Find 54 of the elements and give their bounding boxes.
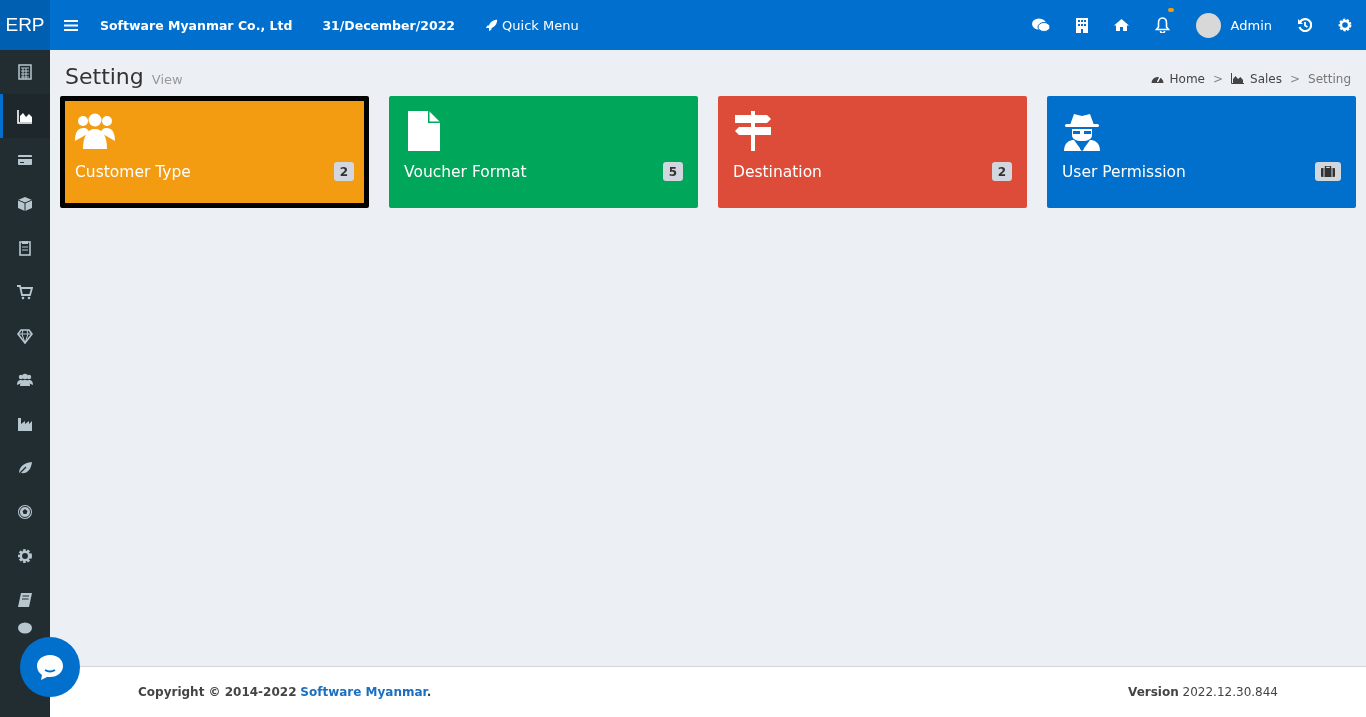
breadcrumb-item[interactable]: Sales	[1250, 71, 1282, 86]
breadcrumb-separator: >	[1212, 71, 1223, 86]
tile-title: Destination	[733, 162, 822, 181]
menu-icon[interactable]	[64, 18, 78, 32]
tile-title: Customer Type	[75, 162, 191, 181]
history-icon[interactable]	[1298, 18, 1312, 32]
setting-tile[interactable]: Destination 2	[718, 96, 1027, 208]
quick-menu-button[interactable]: Quick Menu	[485, 17, 579, 33]
chat-bubble-icon	[35, 653, 65, 681]
credit-card-icon	[17, 152, 33, 168]
rocket-icon	[485, 18, 499, 32]
breadcrumb-separator: >	[1289, 71, 1301, 86]
users-icon	[75, 111, 115, 151]
count-badge: 2	[991, 162, 1012, 181]
chat-bubbles-icon[interactable]	[1031, 18, 1050, 32]
copyright-text: Copyright © 2014-2022 Software Myanmar.	[138, 685, 432, 699]
building-icon[interactable]	[1075, 17, 1088, 33]
soccer-ball-icon	[17, 504, 33, 520]
area-chart-icon	[17, 108, 33, 124]
setting-tile[interactable]: Voucher Format 5	[389, 96, 698, 208]
area-chart-icon	[1231, 73, 1244, 84]
signpost-icon	[733, 111, 773, 151]
cube-icon	[17, 196, 33, 212]
tile-title: User Permission	[1062, 162, 1186, 181]
setting-tile[interactable]: User Permission	[1047, 96, 1356, 208]
book-icon	[17, 592, 33, 608]
users-icon	[17, 372, 33, 388]
calculator-icon	[17, 64, 33, 80]
diamond-icon	[17, 328, 33, 344]
count-badge: 5	[662, 162, 683, 181]
company-link[interactable]: Software Myanmar	[300, 685, 427, 699]
cart-icon	[17, 284, 33, 300]
page-title: Setting	[65, 64, 144, 89]
current-date: 31/December/2022	[322, 17, 456, 33]
company-name: Software Myanmar Co., Ltd	[100, 17, 293, 33]
user-name[interactable]: Admin	[1230, 17, 1272, 33]
avatar	[1195, 12, 1221, 38]
chat-button[interactable]	[20, 637, 80, 697]
setting-tile[interactable]: Customer Type 2	[60, 96, 369, 208]
page-subtitle: View	[151, 72, 183, 87]
settings-icon[interactable]	[1338, 18, 1352, 32]
sidebar-item[interactable]	[0, 94, 50, 138]
gear-icon	[17, 548, 33, 564]
leaf-icon	[17, 460, 33, 476]
count-badge: 2	[333, 162, 354, 181]
briefcase-icon	[1315, 162, 1341, 181]
breadcrumb-item[interactable]: Home	[1169, 71, 1205, 86]
tile-title: Voucher Format	[404, 162, 527, 181]
version-text: Version 2022.12.30.844	[1128, 685, 1278, 699]
home-icon[interactable]	[1113, 19, 1129, 31]
clipboard-icon	[17, 240, 33, 256]
breadcrumb-item: Setting	[1308, 71, 1351, 86]
factory-icon	[17, 416, 33, 432]
spy-icon	[1062, 111, 1102, 151]
